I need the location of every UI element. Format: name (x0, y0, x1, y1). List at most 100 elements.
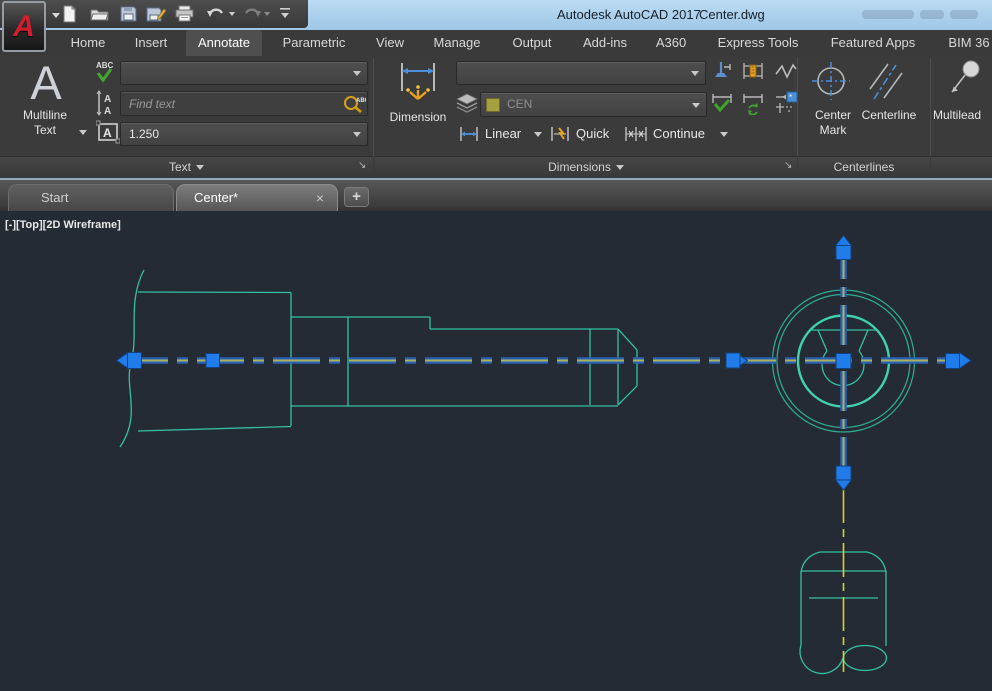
undo-dropdown-icon[interactable] (229, 12, 235, 16)
tab-annotate[interactable]: Annotate (186, 30, 262, 56)
drawing-canvas[interactable]: [-][Top][2D Wireframe] (0, 211, 992, 691)
dimension-button-icon[interactable] (394, 59, 442, 107)
text-panel-title[interactable]: Text (0, 156, 373, 178)
save-icon[interactable] (120, 5, 137, 22)
tab-output[interactable]: Output (500, 30, 563, 56)
center-mark-label[interactable]: Center Mark (806, 108, 860, 138)
svg-text:ABC: ABC (356, 98, 366, 104)
quick-dimension-icon[interactable] (549, 125, 571, 143)
app-title: Autodesk AutoCAD 2017 (557, 7, 701, 22)
multileader-icon[interactable] (942, 59, 990, 107)
dimension-button-label[interactable]: Dimension (378, 110, 458, 125)
centerline-icon[interactable] (864, 59, 908, 103)
redo-dropdown-icon[interactable] (264, 12, 270, 16)
centerlines-panel-title[interactable]: Centerlines (798, 156, 930, 178)
multiline-text-button[interactable]: A (16, 56, 76, 110)
multiline-text-label[interactable]: Multiline Text (6, 108, 84, 138)
continue-button[interactable]: Continue (653, 122, 705, 146)
svg-text:*: * (789, 93, 792, 102)
chevron-down-icon[interactable] (353, 71, 361, 76)
grip-arrow-left-base[interactable] (128, 353, 142, 369)
text-style-combo[interactable] (120, 61, 368, 85)
undo-icon[interactable] (205, 5, 225, 22)
annotation-scale-combo[interactable]: 1.250 (120, 122, 368, 146)
titlebar-ghost-text (920, 10, 944, 19)
quick-button[interactable]: Quick (576, 122, 609, 146)
panel-separator (930, 58, 931, 156)
tab-a360[interactable]: A360 (644, 30, 698, 56)
dimensions-panel-title[interactable]: Dimensions (375, 156, 797, 178)
grip-arrow-down[interactable] (836, 480, 852, 490)
grip-square[interactable] (206, 354, 220, 368)
file-tab-center[interactable]: Center* × (176, 184, 338, 211)
close-icon[interactable]: × (316, 185, 324, 211)
new-drawing-button[interactable]: + (344, 187, 369, 207)
svg-text:A: A (104, 94, 111, 105)
file-tab-start[interactable]: Start (8, 184, 174, 211)
tab-insert[interactable]: Insert (123, 30, 180, 56)
tab-view[interactable]: View (364, 30, 416, 56)
find-text-search-icon[interactable]: ABC (342, 94, 366, 114)
application-menu-dropdown-icon[interactable] (52, 13, 60, 18)
find-text-input[interactable] (120, 91, 368, 116)
redo-icon[interactable] (243, 5, 263, 22)
chevron-down-icon[interactable] (692, 103, 700, 108)
tab-home[interactable]: Home (59, 30, 118, 56)
grip-arrow-right[interactable] (960, 353, 972, 369)
chevron-down-icon[interactable] (691, 71, 699, 76)
continue-dimension-icon[interactable] (623, 125, 649, 143)
spell-check-icon[interactable]: ABC (94, 59, 120, 86)
grip-arrow-down-base[interactable] (836, 466, 851, 480)
save-as-icon[interactable] (146, 5, 167, 23)
dimension-style-combo[interactable] (456, 61, 706, 85)
panel-dropdown-icon (616, 165, 624, 170)
text-panel-launcher-icon[interactable]: ↘ (358, 160, 366, 172)
dimension-update-icon[interactable] (741, 91, 765, 115)
panel-separator (797, 58, 798, 156)
file-tab-bar: Start Center* × + (0, 178, 992, 211)
dimension-check-icon[interactable] (710, 91, 734, 115)
tab-add-ins[interactable]: Add-ins (571, 30, 639, 56)
svg-text:ABC: ABC (96, 61, 114, 70)
linear-dimension-icon[interactable] (458, 125, 480, 143)
continue-dropdown-icon[interactable] (720, 132, 728, 137)
grip-square-stretch-nub[interactable] (740, 356, 748, 366)
centerline-label[interactable]: Centerline (856, 108, 922, 123)
dimensions-panel-launcher-icon[interactable]: ↘ (784, 160, 792, 172)
grip-arrow-right-base[interactable] (946, 354, 960, 369)
panel-dropdown-icon (196, 165, 204, 170)
chevron-down-icon[interactable] (353, 132, 361, 137)
dimension-break-icon[interactable] (710, 60, 732, 82)
title-bar: A Autodesk AutoCAD 2017 Center.dwg (0, 0, 992, 30)
qat-customize-icon[interactable] (278, 8, 292, 20)
tab-featured-apps[interactable]: Featured Apps (819, 30, 928, 56)
linear-dropdown-icon[interactable] (534, 132, 542, 137)
center-mark-icon[interactable] (809, 59, 853, 103)
open-folder-icon[interactable] (90, 5, 109, 23)
grip-arrow-up[interactable] (836, 236, 852, 246)
grip-center[interactable] (836, 354, 851, 369)
linear-button[interactable]: Linear (485, 122, 521, 146)
annotation-scale-icon[interactable]: A (96, 120, 122, 146)
grip-arrow-up-base[interactable] (836, 246, 851, 260)
grip-square-stretch[interactable] (726, 353, 740, 368)
dimension-layer-combo[interactable]: CEN (480, 92, 707, 117)
multiline-text-dropdown-icon[interactable] (79, 130, 87, 135)
reassociate-icon[interactable]: * (774, 91, 798, 115)
drawing-geometry (0, 211, 992, 691)
grip-arrow-left[interactable] (117, 353, 129, 369)
svg-text:A: A (103, 126, 112, 140)
text-align-icon[interactable]: A A (96, 90, 120, 116)
tab-bim-360[interactable]: BIM 36 (936, 30, 992, 56)
jog-line-icon[interactable] (774, 60, 798, 82)
tab-express-tools[interactable]: Express Tools (706, 30, 811, 56)
application-menu-button[interactable]: A (2, 1, 46, 52)
adjust-space-icon[interactable] (741, 60, 765, 82)
tab-parametric[interactable]: Parametric (271, 30, 358, 56)
multileader-label[interactable]: Multilead (933, 108, 992, 123)
autocad-logo: A (13, 10, 35, 44)
tab-manage[interactable]: Manage (422, 30, 493, 56)
new-file-icon[interactable] (60, 5, 78, 23)
layer-color-swatch (486, 98, 500, 112)
print-icon[interactable] (175, 5, 194, 22)
